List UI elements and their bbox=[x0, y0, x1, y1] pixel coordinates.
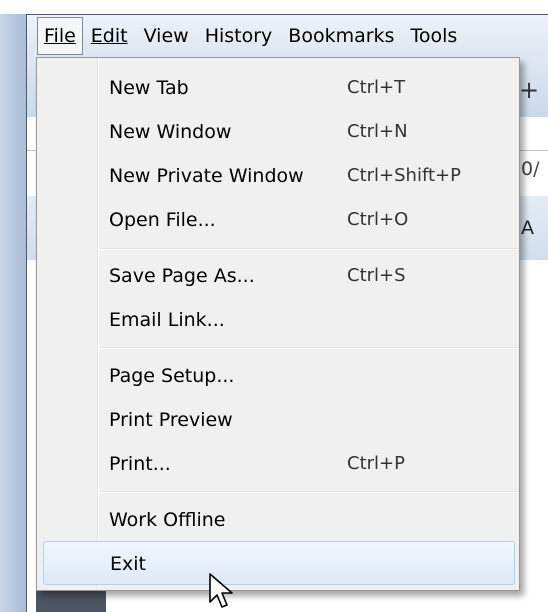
menu-separator bbox=[101, 248, 519, 250]
menu-bookmarks[interactable]: Bookmarks bbox=[280, 17, 402, 55]
menu-item-shortcut: Ctrl+Shift+P bbox=[347, 165, 461, 186]
menu-item-shortcut: Ctrl+N bbox=[347, 121, 408, 142]
menu-item-open-file[interactable]: Open File... Ctrl+O bbox=[37, 198, 519, 242]
menu-item-email-link[interactable]: Email Link... bbox=[37, 298, 519, 342]
menu-separator bbox=[101, 491, 519, 493]
menu-item-new-private-window[interactable]: New Private Window Ctrl+Shift+P bbox=[37, 154, 519, 198]
menu-item-page-setup[interactable]: Page Setup... bbox=[37, 354, 519, 398]
menu-item-new-window[interactable]: New Window Ctrl+N bbox=[37, 110, 519, 154]
menu-item-shortcut: Ctrl+S bbox=[347, 265, 406, 286]
menu-item-label: New Window bbox=[109, 121, 232, 143]
menu-item-save-page-as[interactable]: Save Page As... Ctrl+S bbox=[37, 254, 519, 298]
menu-history[interactable]: History bbox=[197, 17, 281, 55]
new-tab-plus-icon[interactable]: + bbox=[519, 76, 539, 104]
menu-item-label: New Tab bbox=[109, 77, 189, 99]
menu-view[interactable]: View bbox=[136, 17, 197, 55]
file-menu-dropdown: New Tab Ctrl+T New Window Ctrl+N New Pri… bbox=[36, 57, 520, 591]
arrow-pointer-icon bbox=[209, 573, 233, 608]
menu-item-shortcut: Ctrl+P bbox=[347, 453, 405, 474]
menu-separator bbox=[101, 347, 519, 349]
url-fragment: 0/ bbox=[521, 158, 540, 180]
menu-edit-label: Edit bbox=[90, 25, 128, 47]
menu-item-label: Save Page As... bbox=[109, 265, 255, 287]
menu-item-print-preview[interactable]: Print Preview bbox=[37, 398, 519, 442]
menu-item-label: Print... bbox=[109, 453, 171, 475]
menu-item-shortcut: Ctrl+O bbox=[347, 209, 409, 230]
menu-item-print[interactable]: Print... Ctrl+P bbox=[37, 442, 519, 486]
menu-item-label: Work Offline bbox=[109, 509, 226, 531]
window-frame bbox=[0, 0, 28, 612]
menu-item-shortcut: Ctrl+T bbox=[347, 77, 406, 98]
window-top-margin bbox=[0, 0, 548, 14]
menu-history-label: History bbox=[204, 25, 273, 47]
menu-item-label: Exit bbox=[110, 553, 146, 575]
menu-item-new-tab[interactable]: New Tab Ctrl+T bbox=[37, 66, 519, 110]
menu-item-work-offline[interactable]: Work Offline bbox=[37, 498, 519, 542]
menu-item-label: Print Preview bbox=[109, 409, 233, 431]
menu-file[interactable]: File bbox=[37, 17, 83, 55]
menu-bookmarks-label: Bookmarks bbox=[288, 25, 395, 47]
menu-file-label: File bbox=[44, 25, 76, 47]
menu-item-label: New Private Window bbox=[109, 165, 304, 187]
menu-bar: File Edit View History Bookmarks Tools bbox=[27, 15, 548, 57]
menu-tools[interactable]: Tools bbox=[402, 17, 465, 55]
menu-edit[interactable]: Edit bbox=[83, 17, 136, 55]
menu-item-label: Page Setup... bbox=[109, 365, 235, 387]
menu-tools-label: Tools bbox=[410, 25, 458, 47]
menu-item-exit[interactable]: Exit bbox=[43, 541, 515, 585]
menu-item-label: Email Link... bbox=[109, 309, 225, 331]
toolbar-letter: A bbox=[521, 217, 534, 239]
menu-view-label: View bbox=[143, 25, 189, 47]
menu-item-label: Open File... bbox=[109, 209, 216, 231]
